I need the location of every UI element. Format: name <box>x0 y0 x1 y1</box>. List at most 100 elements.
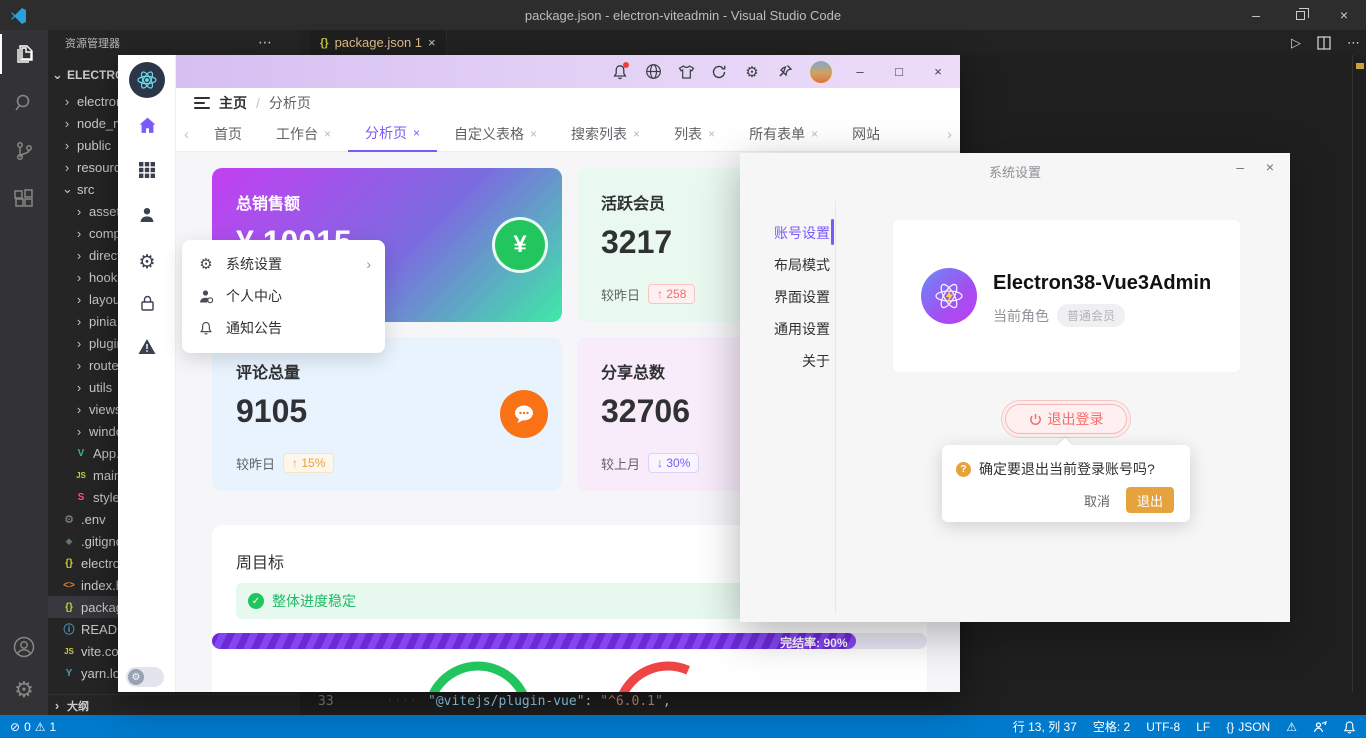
check-icon: ✓ <box>248 593 264 609</box>
gitignore-file-icon: ◆ <box>62 536 76 547</box>
notifications-bell-icon[interactable] <box>1343 720 1356 734</box>
card-title: 评论总量 <box>236 359 300 383</box>
settings-gear-icon[interactable]: ⚙ <box>0 670 48 710</box>
chevron-down-icon: ⌄ <box>62 181 72 197</box>
problems-errors[interactable]: ⊘ 0 ⚠ 1 <box>10 720 56 734</box>
nav-home-icon[interactable] <box>118 107 176 143</box>
breadcrumb-current: 分析页 <box>269 93 311 113</box>
vscode-close-button[interactable]: × <box>1322 0 1366 30</box>
tab-close-icon[interactable]: × <box>811 127 818 141</box>
confirm-logout-button[interactable]: 退出 <box>1126 487 1174 513</box>
indentation[interactable]: 空格: 2 <box>1093 718 1130 735</box>
extensions-icon[interactable] <box>0 179 48 219</box>
nav-settings-icon[interactable]: ⚙ <box>118 244 176 280</box>
source-control-icon[interactable] <box>0 131 48 171</box>
app-minimize-button[interactable]: – <box>848 64 872 79</box>
logout-button[interactable]: 退出登录 <box>1005 404 1127 434</box>
editor-more-icon[interactable]: ⋯ <box>1347 35 1360 51</box>
tab-close-icon[interactable]: × <box>708 127 715 141</box>
delta-badge: ↑ 15% <box>283 453 334 473</box>
chevron-right-icon: › <box>52 698 62 713</box>
nav-user-icon[interactable] <box>118 197 176 233</box>
json-value: "^6.0.1" <box>600 694 663 709</box>
card-title: 总销售额 <box>236 190 300 214</box>
notification-bell-icon[interactable] <box>611 63 629 81</box>
feedback-icon[interactable] <box>1313 720 1327 734</box>
tab-close-icon[interactable]: × <box>428 35 436 50</box>
dialog-minimize-button[interactable]: – <box>1236 159 1244 175</box>
eol[interactable]: LF <box>1196 720 1210 734</box>
account-icon[interactable] <box>0 627 48 667</box>
user-avatar[interactable] <box>809 60 833 84</box>
vue-file-icon: V <box>74 448 88 459</box>
chevron-right-icon: › <box>74 270 84 285</box>
refresh-icon[interactable] <box>710 63 728 81</box>
notification-badge <box>623 62 629 68</box>
page-tab[interactable]: 网站 <box>835 117 879 152</box>
chevron-right-icon: › <box>74 314 84 329</box>
delta-badge: ↓ 30% <box>648 453 699 473</box>
sidebar-collapse-toggle[interactable]: ⚙ <box>126 667 164 687</box>
pin-icon[interactable] <box>776 63 794 81</box>
minimap-divider <box>1352 55 1353 692</box>
tab-close-icon[interactable]: × <box>530 127 537 141</box>
atom-icon <box>135 68 159 92</box>
settings-menu-account[interactable]: 账号设置 <box>760 223 830 243</box>
settings-menu-about[interactable]: 关于 <box>760 351 830 371</box>
page-tab[interactable]: 所有表单× <box>732 117 835 152</box>
breadcrumb-home[interactable]: 主页 <box>219 93 247 113</box>
context-menu-item-profile[interactable]: 个人中心 <box>182 280 385 312</box>
language-toggle-icon[interactable] <box>644 63 662 81</box>
chevron-right-icon: › <box>74 292 84 307</box>
page-tab[interactable]: 工作台× <box>259 117 348 152</box>
language-mode[interactable]: {}JSON <box>1226 720 1270 734</box>
nav-grid-icon[interactable] <box>118 152 176 188</box>
page-tab-home[interactable]: 首页 <box>197 117 259 152</box>
card-value: 3217 <box>601 224 672 261</box>
explorer-icon[interactable] <box>0 34 48 74</box>
split-editor-icon[interactable] <box>1317 36 1331 50</box>
tab-close-icon[interactable]: × <box>413 126 420 140</box>
tab-close-icon[interactable]: × <box>324 127 331 141</box>
page-tab[interactable]: 搜索列表× <box>554 117 657 152</box>
editor-tab-package-json[interactable]: {} package.json 1 × <box>310 30 447 55</box>
card-title: 活跃会员 <box>601 190 665 214</box>
run-button[interactable]: ▷ <box>1291 35 1301 51</box>
app-settings-gear-icon[interactable]: ⚙ <box>743 63 761 81</box>
tabs-scroll-left-icon[interactable]: ‹ <box>176 126 197 143</box>
app-maximize-button[interactable]: □ <box>887 64 911 79</box>
context-menu-item-announcements[interactable]: 通知公告 <box>182 312 385 344</box>
cursor-position[interactable]: 行 13, 列 37 <box>1013 718 1077 735</box>
settings-menu-general[interactable]: 通用设置 <box>760 319 830 339</box>
tabs-scroll-right-icon[interactable]: › <box>939 126 960 143</box>
theme-shirt-icon[interactable] <box>677 63 695 81</box>
delta-badge: ↑ 258 <box>648 284 695 304</box>
nav-lock-icon[interactable] <box>118 285 176 321</box>
encoding[interactable]: UTF-8 <box>1146 720 1180 734</box>
editor-code-area[interactable]: 33 ···· "@vitejs/plugin-vue": "^6.0.1", <box>300 692 1366 715</box>
power-icon <box>1029 413 1042 426</box>
tab-close-icon[interactable]: × <box>633 127 640 141</box>
cancel-button[interactable]: 取消 <box>1084 491 1110 510</box>
dialog-close-button[interactable]: × <box>1266 159 1274 175</box>
vscode-restore-button[interactable] <box>1278 0 1322 30</box>
nav-warning-icon[interactable] <box>118 328 176 364</box>
js-file-icon: JS <box>74 471 88 480</box>
settings-menu-layout[interactable]: 布局模式 <box>760 255 830 275</box>
profile-name: Electron38-Vue3Admin <box>993 272 1211 295</box>
page-tab-active[interactable]: 分析页× <box>348 117 437 152</box>
breadcrumb-separator: / <box>256 95 260 111</box>
settings-menu-interface[interactable]: 界面设置 <box>760 287 830 307</box>
app-close-button[interactable]: × <box>926 64 950 79</box>
search-icon[interactable] <box>0 83 48 123</box>
confirm-message: 确定要退出当前登录账号吗? <box>979 459 1155 479</box>
outline-section[interactable]: › 大纲 <box>48 694 300 715</box>
page-tab[interactable]: 自定义表格× <box>437 117 554 152</box>
page-tab[interactable]: 列表× <box>657 117 732 152</box>
context-menu-item-system-settings[interactable]: ⚙ 系统设置 › <box>182 248 385 280</box>
json-file-icon: {} <box>320 37 329 49</box>
vscode-minimize-button[interactable]: – <box>1234 0 1278 30</box>
explorer-more-icon[interactable]: ⋯ <box>258 34 272 51</box>
statusbar-warning-icon[interactable]: ⚠ <box>1286 720 1297 734</box>
collapse-menu-icon[interactable] <box>194 96 210 110</box>
